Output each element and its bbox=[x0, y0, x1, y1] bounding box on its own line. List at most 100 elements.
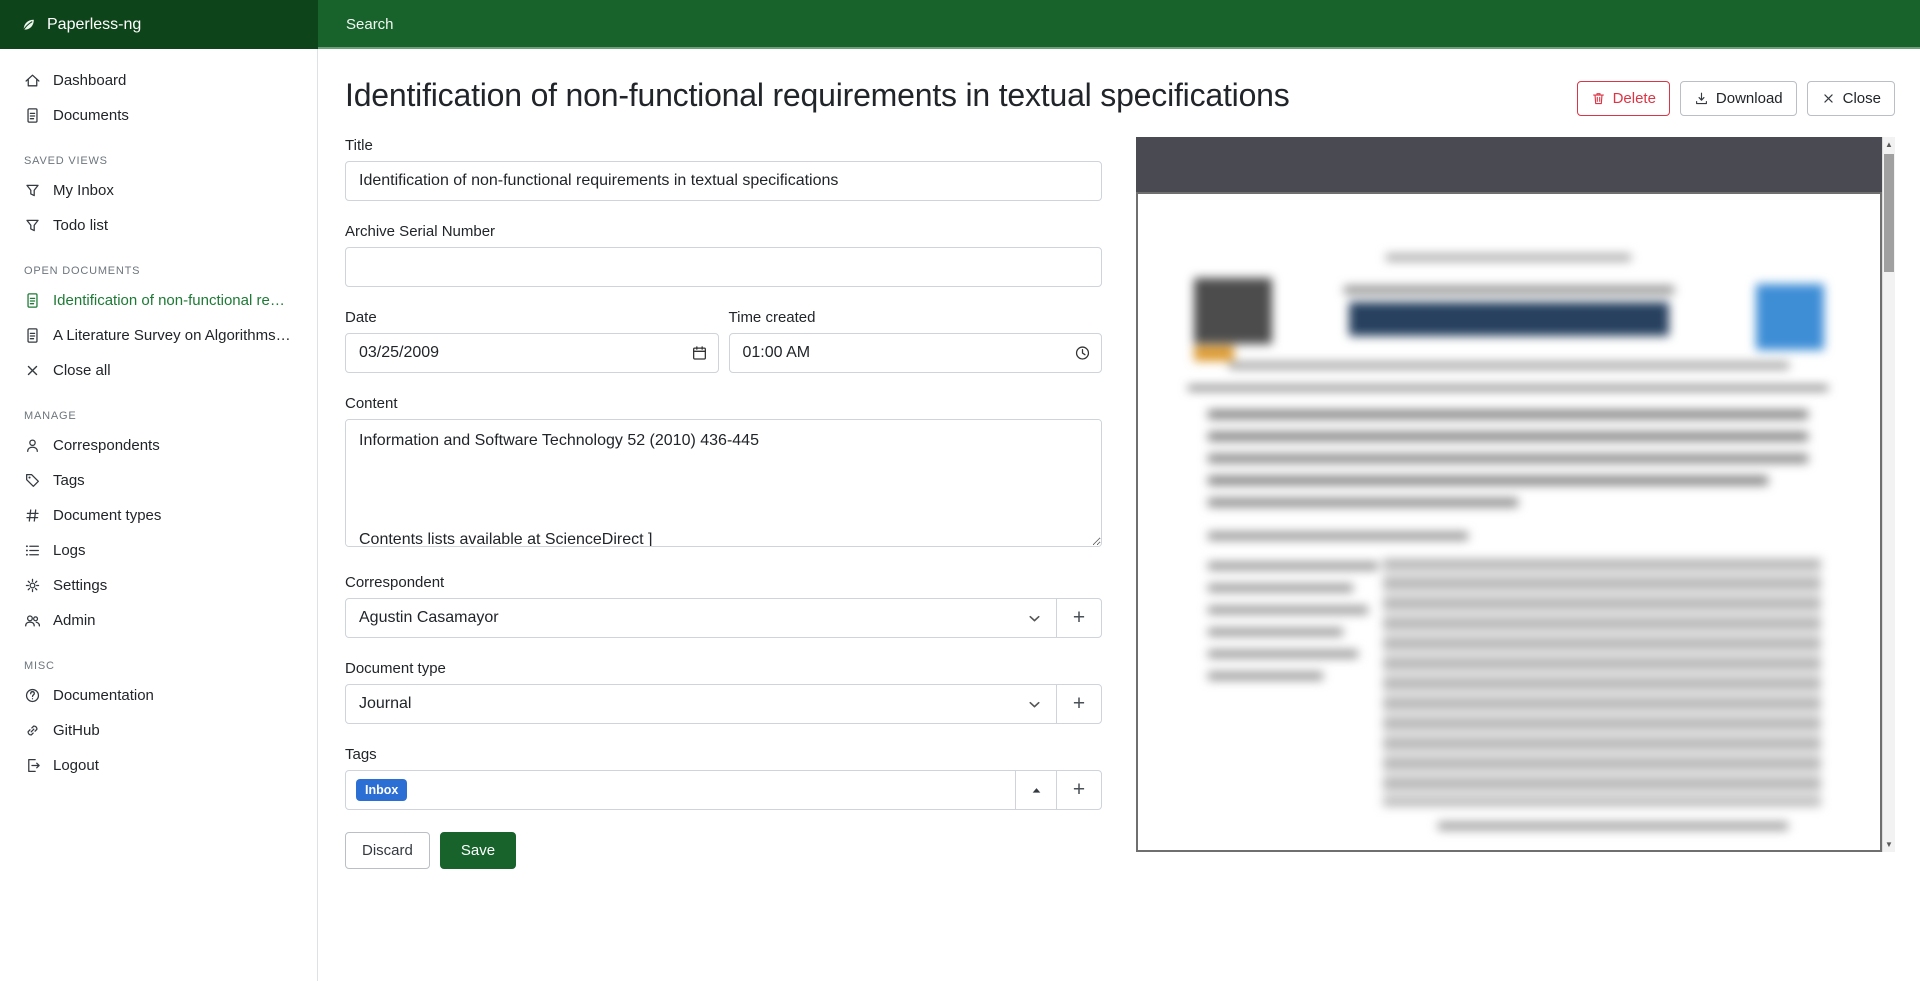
scroll-down-arrow[interactable]: ▼ bbox=[1883, 837, 1895, 852]
sidebar-item-label: Logs bbox=[53, 542, 86, 559]
chevron-down-icon bbox=[1026, 696, 1043, 713]
correspondent-selected-value: Agustin Casamayor bbox=[359, 609, 499, 627]
blurred-text-line bbox=[1208, 628, 1343, 636]
sidebar-item-dashboard[interactable]: Dashboard bbox=[0, 63, 317, 98]
blurred-text-line bbox=[1208, 410, 1808, 419]
sidebar-item-label: Settings bbox=[53, 577, 107, 594]
blurred-text-line bbox=[1208, 498, 1518, 507]
sidebar-item-label: Close all bbox=[53, 362, 111, 379]
time-created-input[interactable] bbox=[729, 333, 1103, 373]
sidebar-item-label: Documents bbox=[53, 107, 129, 124]
correspondent-label: Correspondent bbox=[345, 574, 1102, 591]
sidebar-open-document-1[interactable]: Identification of non-functional require… bbox=[0, 283, 317, 318]
delete-button[interactable]: Delete bbox=[1577, 81, 1670, 116]
pdf-scrollbar[interactable]: ▲ ▼ bbox=[1882, 137, 1895, 852]
pdf-page bbox=[1138, 194, 1880, 850]
blurred-rule bbox=[1188, 386, 1828, 390]
sidebar-item-documents[interactable]: Documents bbox=[0, 98, 317, 133]
add-tag-button[interactable]: + bbox=[1056, 770, 1102, 810]
tag-badge-inbox[interactable]: Inbox bbox=[356, 779, 407, 801]
scroll-up-arrow[interactable]: ▲ bbox=[1883, 137, 1895, 152]
time-created-label: Time created bbox=[729, 309, 1103, 326]
document-actions: Delete Download Close bbox=[1577, 81, 1895, 116]
sidebar-item-label: Admin bbox=[53, 612, 96, 629]
sidebar-item-logout[interactable]: Logout bbox=[0, 748, 317, 783]
logout-icon bbox=[24, 757, 41, 774]
title-input[interactable] bbox=[345, 161, 1102, 201]
correspondent-field-group: Correspondent Agustin Casamayor + bbox=[345, 574, 1102, 638]
sidebar-item-logs[interactable]: Logs bbox=[0, 533, 317, 568]
caret-up-icon bbox=[1028, 782, 1045, 799]
app-brand-label: Paperless-ng bbox=[47, 16, 141, 34]
gear-icon bbox=[24, 577, 41, 594]
pdf-preview: ▲ ▼ bbox=[1136, 137, 1895, 852]
date-label: Date bbox=[345, 309, 719, 326]
discard-button[interactable]: Discard bbox=[345, 832, 430, 869]
close-icon bbox=[24, 362, 41, 379]
sidebar-section-manage: MANAGE bbox=[0, 410, 317, 422]
time-input-wrap bbox=[729, 333, 1103, 373]
asn-input[interactable] bbox=[345, 247, 1102, 287]
tags-select[interactable]: Inbox bbox=[345, 770, 1016, 810]
date-field-group: Date bbox=[345, 309, 719, 373]
sidebar-item-label: GitHub bbox=[53, 722, 100, 739]
sidebar-item-label: Documentation bbox=[53, 687, 154, 704]
sidebar-item-correspondents[interactable]: Correspondents bbox=[0, 428, 317, 463]
blurred-journal-title bbox=[1349, 302, 1669, 336]
clock-icon[interactable] bbox=[1074, 345, 1091, 362]
blurred-logo-accent bbox=[1194, 346, 1234, 361]
save-button[interactable]: Save bbox=[440, 832, 516, 869]
sidebar-item-tags[interactable]: Tags bbox=[0, 463, 317, 498]
content-textarea[interactable]: Information and Software Technology 52 (… bbox=[345, 419, 1102, 547]
add-correspondent-button[interactable]: + bbox=[1056, 598, 1102, 638]
document-type-field-group: Document type Journal + bbox=[345, 660, 1102, 724]
download-button[interactable]: Download bbox=[1680, 81, 1797, 116]
sidebar-item-label: Dashboard bbox=[53, 72, 126, 89]
close-button[interactable]: Close bbox=[1807, 81, 1895, 116]
correspondent-input-group: Agustin Casamayor + bbox=[345, 598, 1102, 638]
sidebar-item-admin[interactable]: Admin bbox=[0, 603, 317, 638]
sidebar-item-settings[interactable]: Settings bbox=[0, 568, 317, 603]
sidebar-open-document-2[interactable]: A Literature Survey on Algorithms for Mu… bbox=[0, 318, 317, 353]
search-input[interactable] bbox=[346, 16, 986, 33]
close-icon bbox=[1821, 91, 1836, 106]
sidebar: Dashboard Documents SAVED VIEWS My Inbox… bbox=[0, 49, 318, 981]
blurred-journal-cover bbox=[1756, 284, 1824, 350]
pdf-scrollbar-thumb[interactable] bbox=[1884, 154, 1894, 272]
hash-icon bbox=[24, 507, 41, 524]
sidebar-section-saved-views: SAVED VIEWS bbox=[0, 155, 317, 167]
date-input[interactable] bbox=[345, 333, 719, 373]
pdf-viewer-toolbar[interactable] bbox=[1136, 137, 1882, 192]
blurred-text-line bbox=[1344, 286, 1674, 294]
sidebar-item-my-inbox[interactable]: My Inbox bbox=[0, 173, 317, 208]
app-body: Dashboard Documents SAVED VIEWS My Inbox… bbox=[0, 49, 1920, 981]
document-header: Identification of non-functional require… bbox=[345, 73, 1895, 117]
sidebar-item-label: My Inbox bbox=[53, 182, 114, 199]
content-field-group: Content Information and Software Technol… bbox=[345, 395, 1102, 552]
blurred-text-line bbox=[1208, 672, 1323, 680]
sidebar-item-github[interactable]: GitHub bbox=[0, 713, 317, 748]
sidebar-item-documentation[interactable]: Documentation bbox=[0, 678, 317, 713]
document-edit-form: Title Archive Serial Number Date bbox=[345, 137, 1102, 869]
date-input-wrap bbox=[345, 333, 719, 373]
funnel-icon bbox=[24, 182, 41, 199]
pdf-page-blurred-content bbox=[1138, 194, 1880, 850]
sidebar-item-document-types[interactable]: Document types bbox=[0, 498, 317, 533]
add-document-type-button[interactable]: + bbox=[1056, 684, 1102, 724]
sidebar-item-close-all[interactable]: Close all bbox=[0, 353, 317, 388]
correspondent-select[interactable]: Agustin Casamayor bbox=[345, 598, 1057, 638]
sidebar-item-todo-list[interactable]: Todo list bbox=[0, 208, 317, 243]
document-type-select[interactable]: Journal bbox=[345, 684, 1057, 724]
blurred-text-line bbox=[1208, 454, 1808, 463]
app-brand[interactable]: Paperless-ng bbox=[0, 0, 318, 49]
title-field-group: Title bbox=[345, 137, 1102, 201]
document-type-label: Document type bbox=[345, 660, 1102, 677]
tags-field-group: Tags Inbox + bbox=[345, 746, 1102, 810]
chevron-down-icon bbox=[1026, 610, 1043, 627]
tags-input-group: Inbox + bbox=[345, 770, 1102, 810]
sidebar-item-label: Logout bbox=[53, 757, 99, 774]
calendar-icon[interactable] bbox=[691, 345, 708, 362]
title-label: Title bbox=[345, 137, 1102, 154]
blurred-text-line bbox=[1208, 584, 1353, 592]
tags-dropdown-toggle-button[interactable] bbox=[1015, 770, 1057, 810]
